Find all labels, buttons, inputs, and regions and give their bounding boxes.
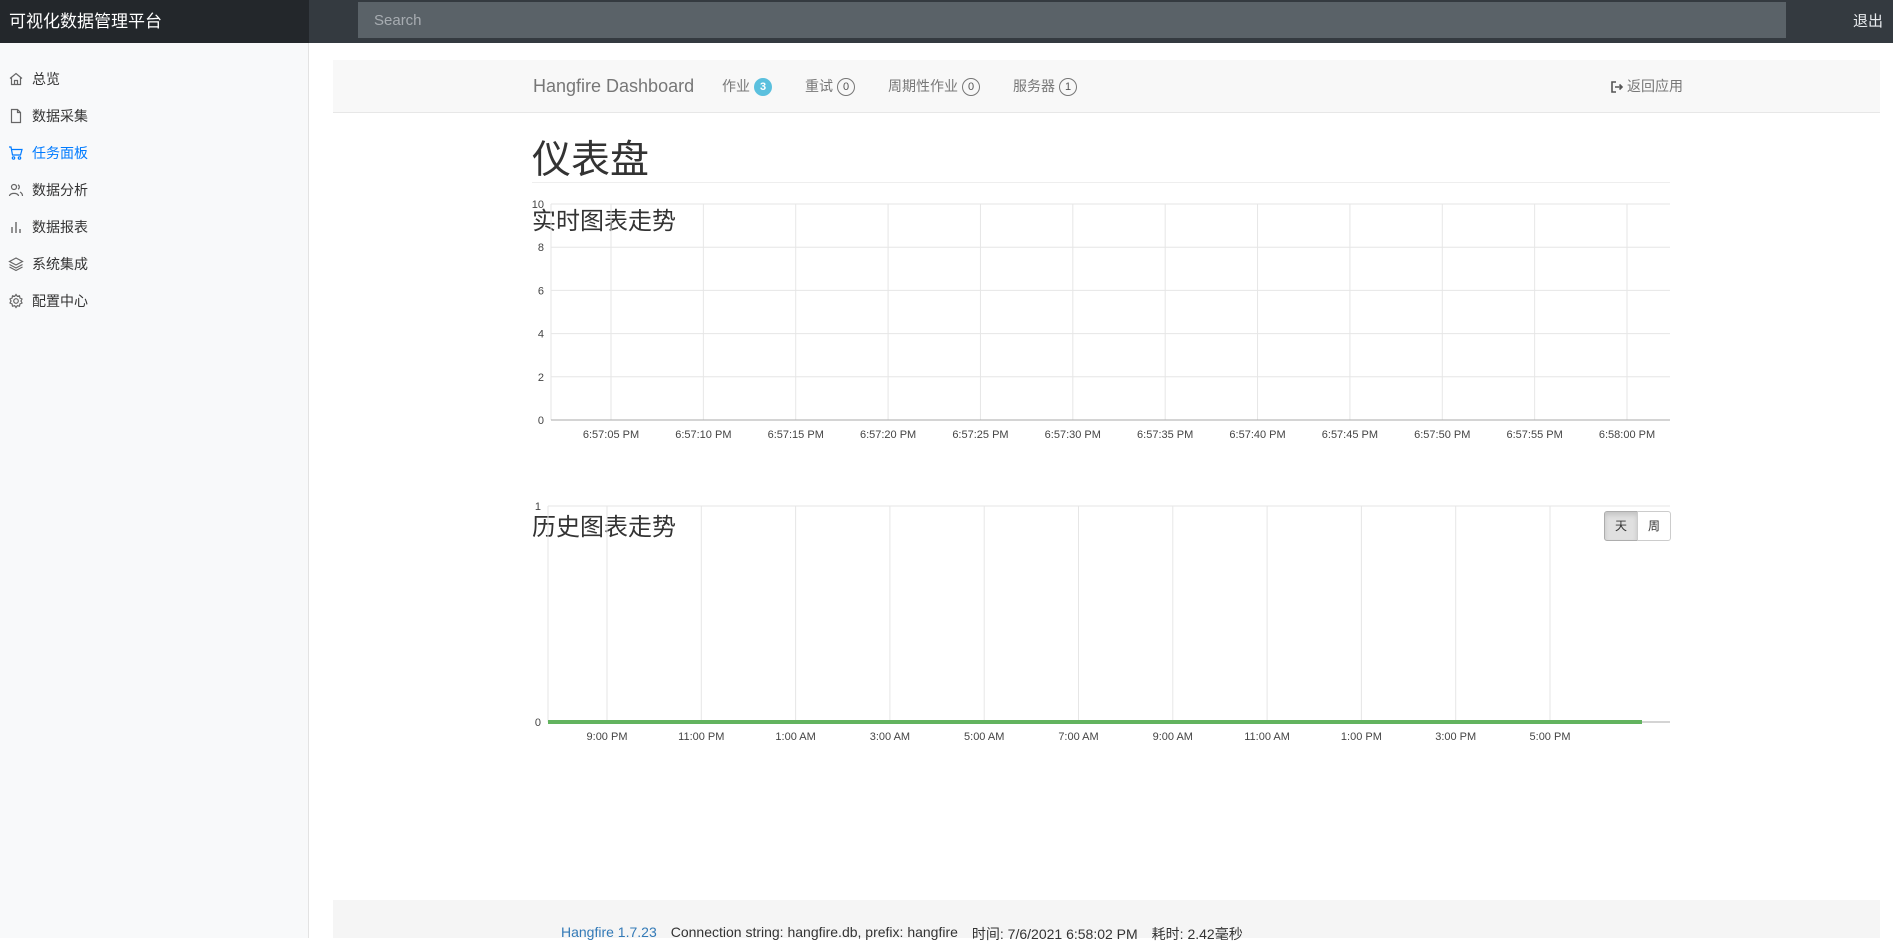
tab-label: 周期性作业 <box>888 78 958 94</box>
tab-jobs[interactable]: 作业 3 <box>722 60 772 113</box>
connection-info: Connection string: hangfire.db, prefix: … <box>670 924 958 940</box>
users-icon <box>8 182 24 198</box>
y-tick-label: 1 <box>535 501 541 513</box>
count-badge: 3 <box>754 77 772 96</box>
x-tick-label: 6:57:25 PM <box>952 429 1008 441</box>
y-tick-label: 10 <box>532 199 544 211</box>
hangfire-navbar: Hangfire Dashboard 作业 3 重试 0 周期性作业 0 服务器… <box>333 60 1880 113</box>
sidebar-item-data-analysis[interactable]: 数据分析 <box>0 173 309 207</box>
count-badge: 0 <box>837 77 855 96</box>
realtime-chart: 0 2 4 6 8 10 6:57:05 PM 6:57:10 PM 6:57:15 PM 6:5… <box>532 199 1670 441</box>
y-tick-label: 0 <box>535 717 541 729</box>
sidebar-item-system-integration[interactable]: 系统集成 <box>0 247 309 281</box>
gear-icon <box>8 293 24 309</box>
y-tick-label: 2 <box>538 372 544 384</box>
x-tick-label: 7:00 AM <box>1058 731 1098 743</box>
x-tick-label: 3:00 AM <box>870 731 910 743</box>
footer: Hangfire 1.7.23 Connection string: hangf… <box>333 900 1880 942</box>
logout-link[interactable]: 退出 <box>1853 0 1883 43</box>
search-input[interactable] <box>358 2 1786 38</box>
x-tick-label: 6:57:45 PM <box>1322 429 1378 441</box>
history-chart: 0 1 9:00 PM 11:00 PM 1:00 AM 3:00 AM 5:00 AM 7:… <box>535 501 1670 743</box>
x-tick-label: 11:00 AM <box>1244 731 1290 743</box>
tab-retries[interactable]: 重试 0 <box>805 60 855 113</box>
sidebar-item-label: 配置中心 <box>32 293 88 309</box>
sidebar-item-label: 数据分析 <box>32 182 88 198</box>
x-tick-label: 6:57:15 PM <box>768 429 824 441</box>
x-tick-label: 6:57:40 PM <box>1229 429 1285 441</box>
x-tick-label: 6:57:20 PM <box>860 429 916 441</box>
elapsed-time: 耗时: 2.42毫秒 <box>1151 926 1243 942</box>
sidebar-item-data-reports[interactable]: 数据报表 <box>0 210 309 244</box>
tab-recurring-jobs[interactable]: 周期性作业 0 <box>888 60 980 113</box>
back-to-app-link[interactable]: 返回应用 <box>1610 60 1683 113</box>
x-tick-label: 6:57:05 PM <box>583 429 639 441</box>
x-tick-label: 1:00 PM <box>1341 731 1382 743</box>
top-bar: 可视化数据管理平台 退出 <box>0 0 1893 43</box>
x-tick-label: 6:57:55 PM <box>1507 429 1563 441</box>
sidebar-item-overview[interactable]: 总览 <box>0 62 309 96</box>
x-tick-label: 6:57:35 PM <box>1137 429 1193 441</box>
x-tick-label: 11:00 PM <box>678 731 724 743</box>
x-tick-label: 6:57:30 PM <box>1045 429 1101 441</box>
back-label: 返回应用 <box>1627 78 1683 94</box>
x-tick-label: 6:57:50 PM <box>1414 429 1470 441</box>
sidebar-item-label: 数据报表 <box>32 219 88 235</box>
sign-out-icon <box>1610 80 1624 94</box>
sidebar-item-label: 任务面板 <box>32 145 88 161</box>
tab-label: 作业 <box>722 78 750 94</box>
cart-icon <box>8 145 24 161</box>
file-icon <box>8 108 24 124</box>
server-time: 时间: 7/6/2021 6:58:02 PM <box>971 926 1138 942</box>
hangfire-brand[interactable]: Hangfire Dashboard <box>533 60 694 113</box>
y-tick-label: 8 <box>538 242 544 254</box>
sidebar: 总览 数据采集 任务面板 数据分析 数据报表 系统集成 配置中心 <box>0 43 309 938</box>
sidebar-item-label: 数据采集 <box>32 108 88 124</box>
sidebar-item-task-panel[interactable]: 任务面板 <box>0 136 309 170</box>
sidebar-item-data-collection[interactable]: 数据采集 <box>0 99 309 133</box>
sidebar-item-label: 总览 <box>32 71 60 87</box>
y-tick-label: 0 <box>538 415 544 427</box>
x-tick-label: 1:00 AM <box>775 731 815 743</box>
app-title: 可视化数据管理平台 <box>0 0 309 43</box>
x-tick-label: 6:58:00 PM <box>1599 429 1655 441</box>
x-tick-label: 9:00 AM <box>1153 731 1193 743</box>
count-badge: 1 <box>1059 77 1077 96</box>
tab-label: 服务器 <box>1013 78 1055 94</box>
x-tick-label: 6:57:10 PM <box>675 429 731 441</box>
bar-chart-icon <box>8 219 24 235</box>
x-tick-label: 5:00 AM <box>964 731 1004 743</box>
layers-icon <box>8 256 24 272</box>
main-content: Hangfire Dashboard 作业 3 重试 0 周期性作业 0 服务器… <box>309 43 1893 942</box>
y-tick-label: 6 <box>538 285 544 297</box>
x-tick-label: 9:00 PM <box>587 731 628 743</box>
sidebar-item-label: 系统集成 <box>32 256 88 272</box>
y-tick-label: 4 <box>538 329 544 341</box>
tab-servers[interactable]: 服务器 1 <box>1013 60 1077 113</box>
x-tick-label: 3:00 PM <box>1435 731 1476 743</box>
sidebar-item-config-center[interactable]: 配置中心 <box>0 284 309 318</box>
count-badge: 0 <box>962 77 980 96</box>
version-link[interactable]: Hangfire 1.7.23 <box>561 924 657 944</box>
home-icon <box>8 71 24 87</box>
x-tick-label: 5:00 PM <box>1530 731 1571 743</box>
tab-label: 重试 <box>805 78 833 94</box>
